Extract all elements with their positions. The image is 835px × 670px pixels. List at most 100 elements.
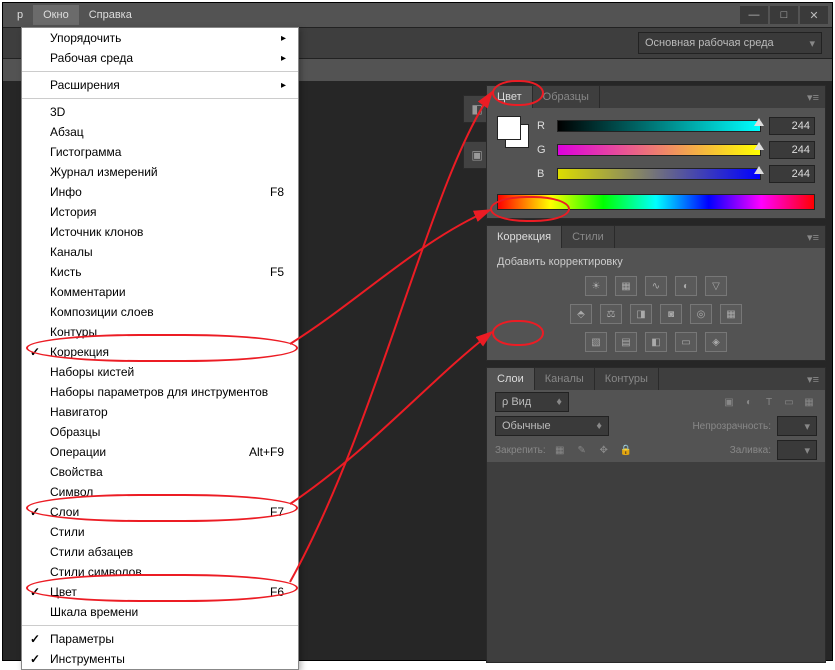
fill-field[interactable]: ▾ [777,440,817,460]
adj-invert-icon[interactable]: ▧ [585,332,607,352]
menu-item-workspace[interactable]: Рабочая среда [22,48,298,68]
add-adjustment-label: Добавить корректировку [497,256,815,268]
adj-levels-icon[interactable]: ▦ [615,276,637,296]
menu-item-info[interactable]: ИнфоF8 [22,182,298,202]
menu-item-adjustments[interactable]: ✓Коррекция [22,342,298,362]
opacity-field[interactable]: ▾ [777,416,817,436]
lock-pixels-icon[interactable]: ▦ [552,442,568,458]
filter-image-icon[interactable]: ▣ [721,394,737,410]
menu-item-comments[interactable]: Комментарии [22,282,298,302]
layers-list[interactable] [487,462,825,662]
color-swatch[interactable] [497,116,529,148]
menu-item-channels[interactable]: Каналы [22,242,298,262]
tab-channels[interactable]: Каналы [535,368,595,390]
tab-color[interactable]: Цвет [487,86,533,108]
menu-item-tools[interactable]: ✓Инструменты [22,649,298,669]
adj-exposure-icon[interactable]: ◐ [675,276,697,296]
filter-text-icon[interactable]: T [761,394,777,410]
menu-item-styles[interactable]: Стили [22,522,298,542]
b-value[interactable]: 244 [769,165,815,183]
adj-hue-icon[interactable]: ⬘ [570,304,592,324]
menubar: р Окно Справка — □ ✕ [3,3,832,27]
menu-item-navigator[interactable]: Навигатор [22,402,298,422]
lock-all-icon[interactable]: 🔒 [618,442,634,458]
layer-kind-dropdown[interactable]: ρ Вид♦ [495,392,569,412]
menu-item-char-styles[interactable]: Стили символов [22,562,298,582]
tab-adjustments[interactable]: Коррекция [487,226,562,248]
slider-knob[interactable] [754,166,764,174]
adj-balance-icon[interactable]: ⚖ [600,304,622,324]
menu-item-color[interactable]: ✓ЦветF6 [22,582,298,602]
menu-item-timeline[interactable]: Шкала времени [22,602,298,622]
r-label: R [537,120,549,132]
filter-shape-icon[interactable]: ▭ [781,394,797,410]
adj-bw-icon[interactable]: ◨ [630,304,652,324]
panel-options-icon[interactable]: ▾≡ [801,231,825,244]
tab-layers[interactable]: Слои [487,368,535,390]
tab-paths[interactable]: Контуры [595,368,659,390]
adj-photofilter-icon[interactable]: ◙ [660,304,682,324]
adj-lookup-icon[interactable]: ▦ [720,304,742,324]
menu-item-arrange[interactable]: Упорядочить [22,28,298,48]
menu-item-tool-presets[interactable]: Наборы параметров для инструментов [22,382,298,402]
window-maximize-button[interactable]: □ [770,6,798,24]
adj-brightness-icon[interactable]: ☀ [585,276,607,296]
workspace-dropdown[interactable]: Основная рабочая среда ▾ [638,32,822,54]
b-slider[interactable] [557,168,761,180]
menu-item-clone-source[interactable]: Источник клонов [22,222,298,242]
adj-curves-icon[interactable]: ∿ [645,276,667,296]
menu-item-symbol[interactable]: Символ [22,482,298,502]
menu-item-paths[interactable]: Контуры [22,322,298,342]
blend-mode-dropdown[interactable]: Обычные♦ [495,416,609,436]
tab-swatches[interactable]: Образцы [533,86,600,108]
layers-panel: Слои Каналы Контуры ▾≡ ρ Вид♦ ▣ ◐ T ▭ ▦ [486,367,826,663]
g-slider[interactable] [557,144,761,156]
window-menu-dropdown: Упорядочить Рабочая среда Расширения 3D … [21,27,299,670]
menu-item-options[interactable]: ✓Параметры [22,629,298,649]
adj-vibrance-icon[interactable]: ▽ [705,276,727,296]
check-icon: ✓ [30,585,40,599]
r-value[interactable]: 244 [769,117,815,135]
lock-move-icon[interactable]: ✥ [596,442,612,458]
check-icon: ✓ [30,345,40,359]
filter-adjust-icon[interactable]: ◐ [741,394,757,410]
menu-item-swatches[interactable]: Образцы [22,422,298,442]
window-close-button[interactable]: ✕ [800,6,828,24]
chevron-down-icon: ▾ [799,37,815,50]
panel-options-icon[interactable]: ▾≡ [801,373,825,386]
menu-item-history[interactable]: История [22,202,298,222]
menu-item-layers[interactable]: ✓СлоиF7 [22,502,298,522]
adj-gradmap-icon[interactable]: ▭ [675,332,697,352]
slider-knob[interactable] [754,142,764,150]
tab-styles[interactable]: Стили [562,226,615,248]
color-panel: Цвет Образцы ▾≡ R [486,85,826,219]
menu-help[interactable]: Справка [79,5,142,25]
r-slider[interactable] [557,120,761,132]
adj-poster-icon[interactable]: ▤ [615,332,637,352]
menu-item-histogram[interactable]: Гистограмма [22,142,298,162]
adj-threshold-icon[interactable]: ◧ [645,332,667,352]
menu-item-paragraph[interactable]: Абзац [22,122,298,142]
menu-item-properties[interactable]: Свойства [22,462,298,482]
menu-item-brush-presets[interactable]: Наборы кистей [22,362,298,382]
lock-label: Закрепить: [495,445,546,456]
window-minimize-button[interactable]: — [740,6,768,24]
menu-window[interactable]: Окно [33,5,79,25]
adj-selective-icon[interactable]: ◈ [705,332,727,352]
menu-item-brush[interactable]: КистьF5 [22,262,298,282]
panel-options-icon[interactable]: ▾≡ [801,91,825,104]
filter-smart-icon[interactable]: ▦ [801,394,817,410]
menu-item-actions[interactable]: ОперацииAlt+F9 [22,442,298,462]
menu-item-3d[interactable]: 3D [22,102,298,122]
menu-item-paragraph-styles[interactable]: Стили абзацев [22,542,298,562]
lock-brush-icon[interactable]: ✎ [574,442,590,458]
g-value[interactable]: 244 [769,141,815,159]
menu-item-measurement-log[interactable]: Журнал измерений [22,162,298,182]
menu-item-extensions[interactable]: Расширения [22,75,298,95]
slider-knob[interactable] [754,118,764,126]
adj-mixer-icon[interactable]: ◎ [690,304,712,324]
fg-color-swatch[interactable] [497,116,521,140]
menu-truncated: р [7,5,33,25]
color-spectrum[interactable] [497,194,815,210]
menu-item-layer-comps[interactable]: Композиции слоев [22,302,298,322]
